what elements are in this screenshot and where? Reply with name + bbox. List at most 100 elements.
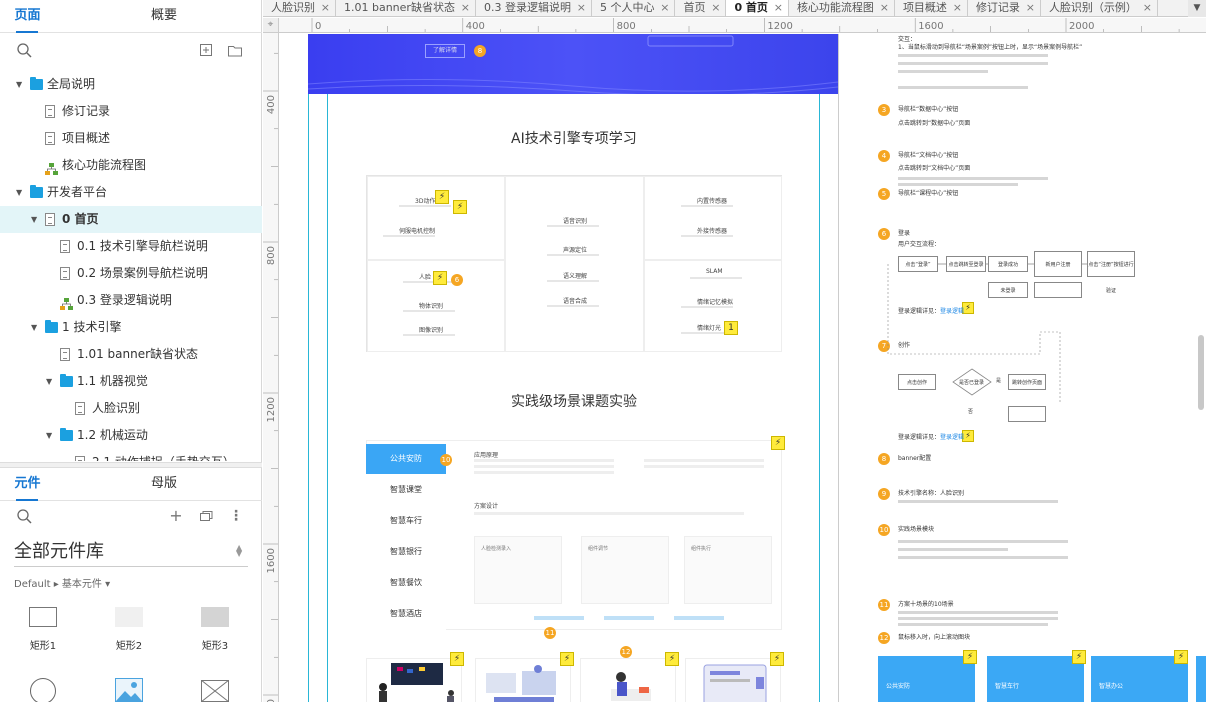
tree-item[interactable]: 1.01 banner缺省状态 [0,341,262,368]
tree-item[interactable]: ▼ 0 首页 [0,206,262,233]
close-icon[interactable]: × [711,0,720,15]
note-pin[interactable]: 9 [878,488,890,500]
case-image[interactable] [685,658,781,702]
tree-item[interactable]: ▼ 全局说明 [0,71,262,98]
scene-card[interactable]: 组件执行 [684,536,772,604]
close-icon[interactable]: × [321,0,330,15]
engine-name[interactable]: 语义理解 [563,271,587,280]
interaction-flash-icon[interactable]: ⚡ [963,650,977,664]
scene-card[interactable]: 组件调节 [581,536,669,604]
close-icon[interactable]: × [1026,0,1035,15]
engine-name[interactable]: 情绪灯光 [697,323,721,332]
note-pin[interactable]: 8 [474,45,486,57]
chevron-down-icon[interactable]: ▼ [16,179,22,206]
case-image[interactable] [580,658,676,702]
note-pin[interactable]: 11 [878,599,890,611]
tree-item[interactable]: 项目概述 [0,125,262,152]
blue-card[interactable] [1196,656,1206,702]
document-tab[interactable]: 核心功能流程图 × [789,0,895,16]
banner-learn-more-button[interactable]: 了解详情 [425,44,465,58]
interaction-flash-icon[interactable]: ⚡ [771,436,785,450]
note-pin[interactable]: 4 [878,150,890,162]
engine-name[interactable]: 外接传感器 [697,226,727,235]
tab-outline[interactable]: 概要 [55,0,272,32]
case-image[interactable] [475,658,571,702]
note-pin[interactable]: 5 [878,188,890,200]
flow-node[interactable] [1008,406,1046,422]
document-tab[interactable]: 5 个人中心 × [592,0,676,16]
blue-card[interactable]: 智慧车行 [987,656,1084,702]
document-tab[interactable]: 0 首页 × [726,0,789,16]
tree-item[interactable]: ▼ 1 技术引擎 [0,314,262,341]
blue-card[interactable]: 公共安防 [878,656,975,702]
note-pin[interactable]: 8 [878,453,890,465]
tree-item[interactable]: 修订记录 [0,98,262,125]
duplicate-icon[interactable] [198,508,214,524]
interaction-flash-icon[interactable]: ⚡ [1174,650,1188,664]
engine-name[interactable]: 语音合成 [563,296,587,305]
tab-masters[interactable]: 母版 [55,468,272,500]
ruler-origin-icon[interactable]: ⌖ [263,18,279,33]
guide-line[interactable] [308,34,309,702]
document-tab[interactable]: 人脸识别（示例） × [1041,0,1158,16]
tree-item[interactable]: 0.3 登录逻辑说明 [0,287,262,314]
scene-tab[interactable]: 智慧车行 [366,506,446,536]
engine-grid[interactable]: 3D动作 伺服电机控制 人脸 物体识别 图像识别 语音识别 声源定位 语义理解 语音合成 内置传感… [366,175,782,352]
library-select[interactable]: 全部元件库 [14,537,104,563]
note-pin[interactable]: 12 [620,646,632,658]
tree-item[interactable]: 人脸识别 [0,395,262,422]
canvas-scrollbar[interactable] [1198,335,1204,410]
interaction-flash-icon[interactable]: ⚡ [435,190,449,204]
note-pin[interactable]: 12 [878,632,890,644]
tree-item[interactable]: 0.2 场景案例导航栏说明 [0,260,262,287]
ellipse-widget-icon[interactable] [30,678,56,702]
add-folder-icon[interactable] [227,42,243,58]
note-pin[interactable]: 6 [451,274,463,286]
more-options-icon[interactable]: ⋮ [228,508,244,524]
scene-tab[interactable]: 智慧银行 [366,537,446,567]
tree-item[interactable]: ▼ 开发者平台 [0,179,262,206]
close-icon[interactable]: × [880,0,889,15]
note-pin[interactable]: 3 [878,104,890,116]
widget-rect3[interactable]: 矩形3 [200,607,230,652]
image-widget-icon[interactable] [115,678,143,702]
scene-tab[interactable]: 智慧酒店 [366,599,446,629]
close-icon[interactable]: × [953,0,962,15]
widget-rect1[interactable]: 矩形1 [28,607,58,652]
scene-tab[interactable]: 智慧餐饮 [366,568,446,598]
design-canvas[interactable]: 了解详情 8 AI技术引擎专项学习 3D动作 伺服电机控制 人脸 物体识别 图像识别 语音… [280,34,1206,702]
document-tab[interactable]: 首页 × [675,0,727,16]
flow-node[interactable]: 点击创作 [898,374,936,390]
chevron-down-icon[interactable]: ▼ [31,206,37,233]
engine-name[interactable]: 情绪记忆模拟 [697,297,733,306]
note-pin[interactable]: 6 [878,228,890,240]
add-library-icon[interactable]: + [168,508,184,524]
tree-item[interactable]: ▼ 1.1 机器视觉 [0,368,262,395]
add-page-icon[interactable] [198,42,214,58]
chevron-down-icon[interactable]: ▼ [31,314,37,341]
chevron-updown-icon[interactable]: ▲ ▼ [236,544,242,558]
close-icon[interactable]: × [461,0,470,15]
tab-widgets[interactable]: 元件 [0,468,55,501]
widget-rect2[interactable]: 矩形2 [114,607,144,652]
guide-line[interactable] [327,34,328,702]
interaction-flash-icon[interactable]: ⚡ [433,271,447,285]
banner[interactable]: 了解详情 8 [308,34,838,94]
interaction-flash-icon[interactable]: ⚡ [665,652,679,666]
interaction-flash-icon[interactable]: ⚡ [450,652,464,666]
engine-name[interactable]: 物体识别 [419,301,443,310]
close-icon[interactable]: × [774,0,783,15]
tree-item[interactable]: 核心功能流程图 [0,152,262,179]
interaction-flash-icon[interactable]: ⚡ [770,652,784,666]
tree-item[interactable]: 2.1 动作捕捉（手势交互） [0,449,262,461]
engine-name[interactable]: 3D动作 [415,196,435,205]
document-tab[interactable]: 0.3 登录逻辑说明 × [476,0,592,16]
document-tab[interactable]: 人脸识别 × [263,0,336,16]
engine-name[interactable]: 图像识别 [419,325,443,334]
guide-line[interactable] [819,34,820,702]
placeholder-widget-icon[interactable] [200,679,230,702]
tree-item[interactable]: ▼ 1.2 机械运动 [0,422,262,449]
scene-card[interactable]: 人脸检测录入 [474,536,562,604]
engine-name[interactable]: 伺服电机控制 [399,226,435,235]
interaction-flash-icon[interactable]: ⚡ [453,200,467,214]
